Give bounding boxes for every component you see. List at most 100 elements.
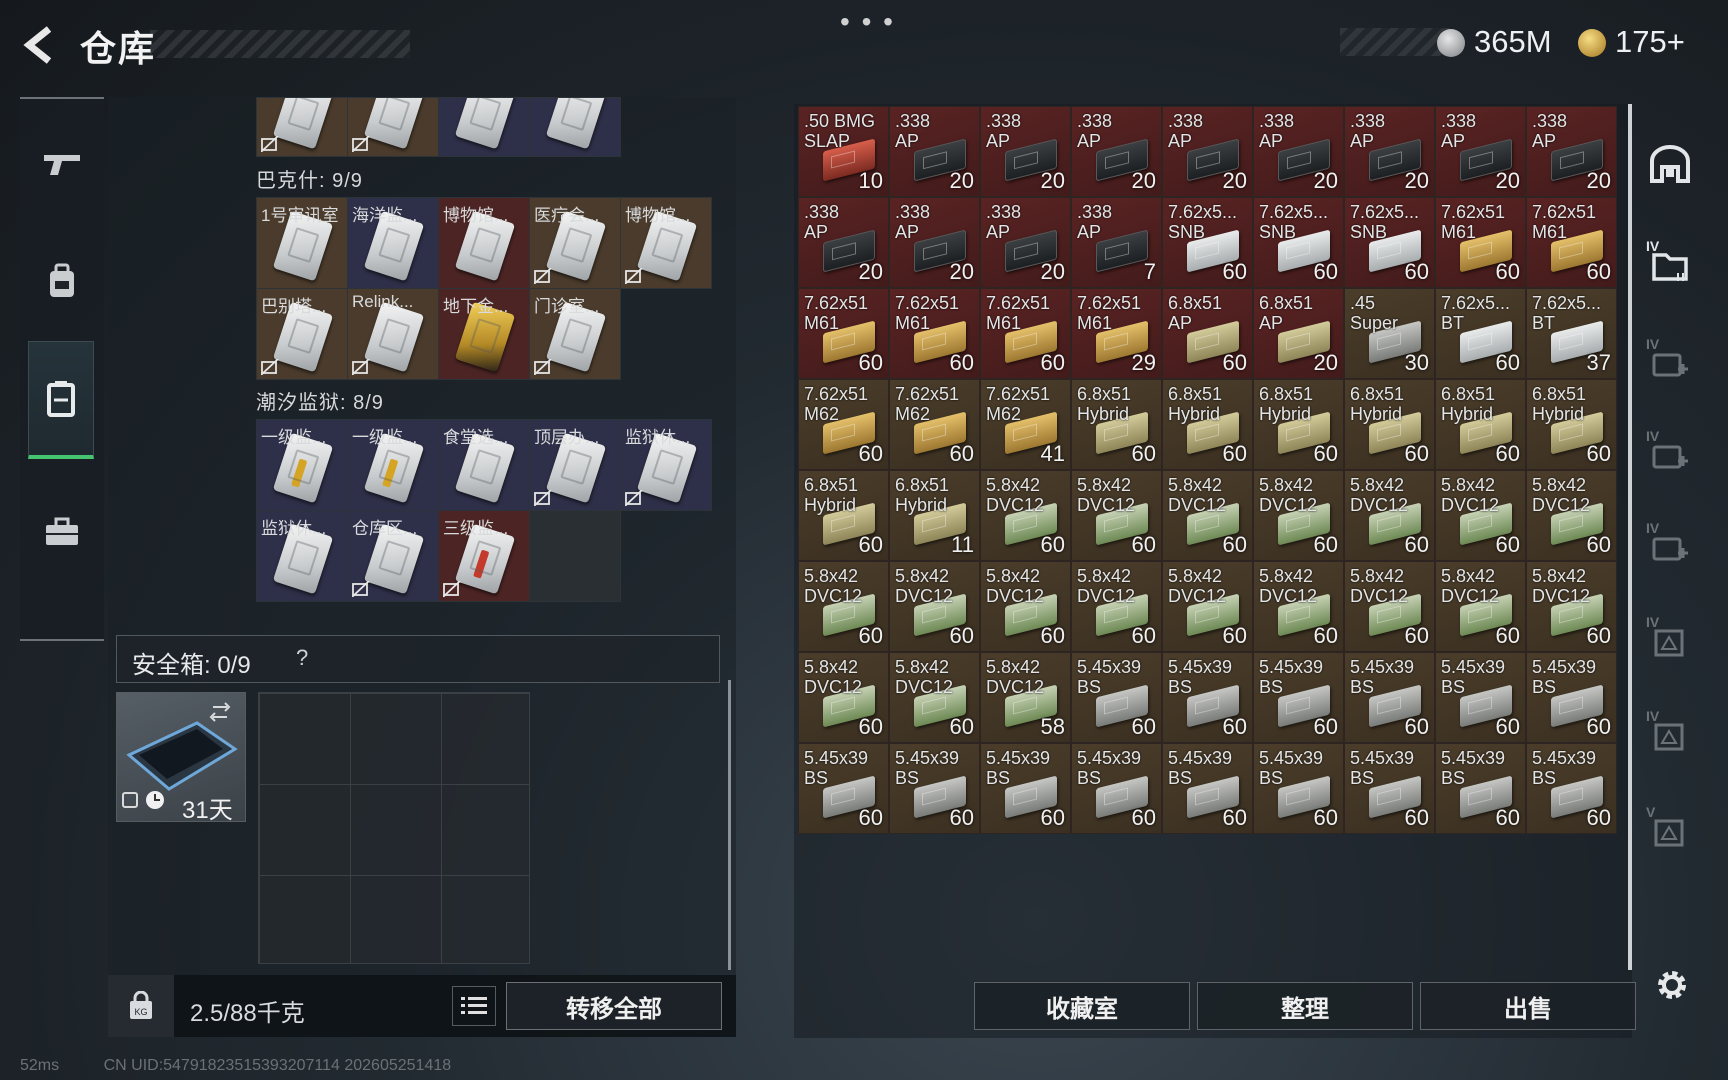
nav-backpack[interactable]: [20, 223, 104, 341]
ammo-slot[interactable]: .338 AP 20: [1162, 106, 1253, 197]
ammo-slot[interactable]: 6.8x51 Hybrid 60: [1526, 379, 1617, 470]
ammo-slot[interactable]: 6.8x51 Hybrid 60: [1253, 379, 1344, 470]
ammo-slot[interactable]: 5.45x39 BS 60: [980, 743, 1071, 834]
ammo-slot[interactable]: .338 AP 20: [1435, 106, 1526, 197]
ammo-slot[interactable]: 7.62x51 M61 60: [889, 288, 980, 379]
keycard-slot[interactable]: 门诊室...: [529, 288, 621, 380]
ammo-slot[interactable]: .338 AP 7: [1071, 197, 1162, 288]
ammo-slot[interactable]: 6.8x51 Hybrid 11: [889, 470, 980, 561]
ammo-slot[interactable]: 7.62x5... BT 60: [1435, 288, 1526, 379]
ammo-slot[interactable]: .338 AP 20: [889, 197, 980, 288]
ammo-slot[interactable]: 5.45x39 BS 60: [1162, 743, 1253, 834]
keycard-slot[interactable]: 巴别塔...: [256, 288, 348, 380]
ammo-slot[interactable]: 5.45x39 BS 60: [1071, 652, 1162, 743]
ammo-slot[interactable]: 5.8x42 DVC12 60: [1162, 470, 1253, 561]
ammo-slot[interactable]: 7.62x51 M62 41: [980, 379, 1071, 470]
ammo-slot[interactable]: 5.45x39 BS 60: [889, 743, 980, 834]
ammo-slot[interactable]: 7.62x51 M61 29: [1071, 288, 1162, 379]
ammo-slot[interactable]: .338 AP 20: [1253, 106, 1344, 197]
ammo-slot[interactable]: 5.8x42 DVC12 60: [1071, 470, 1162, 561]
ammo-slot[interactable]: 7.62x5... SNB 60: [1344, 197, 1435, 288]
ammo-slot[interactable]: 6.8x51 AP 60: [1162, 288, 1253, 379]
keycard-slot[interactable]: 监狱休...: [620, 419, 712, 511]
ammo-slot[interactable]: 5.45x39 BS 60: [798, 743, 889, 834]
ammo-slot[interactable]: .338 AP 20: [1526, 106, 1617, 197]
ammo-slot[interactable]: 5.8x42 DVC12 60: [980, 470, 1071, 561]
ammo-slot[interactable]: .338 AP 20: [980, 197, 1071, 288]
storage-scrollbar[interactable]: [1628, 104, 1632, 970]
ammo-slot[interactable]: 5.45x39 BS 60: [1435, 743, 1526, 834]
keycard-slot[interactable]: 1号审讯室: [256, 197, 348, 289]
ammo-slot[interactable]: 5.8x42 DVC12 60: [1253, 561, 1344, 652]
ammo-slot[interactable]: 7.62x51 M62 60: [798, 379, 889, 470]
ammo-slot[interactable]: .338 AP 20: [1071, 106, 1162, 197]
ammo-slot[interactable]: 5.45x39 BS 60: [1071, 743, 1162, 834]
nav-weapons[interactable]: [20, 105, 104, 223]
ammo-slot[interactable]: 6.8x51 AP 20: [1253, 288, 1344, 379]
settings-button[interactable]: [1650, 963, 1694, 1007]
keycard-slot[interactable]: 监狱休...: [256, 510, 348, 602]
collection-room-button[interactable]: 收藏室: [974, 982, 1190, 1030]
keycard-slot[interactable]: 食堂选...: [438, 419, 530, 511]
ammo-slot[interactable]: 6.8x51 Hybrid 60: [1162, 379, 1253, 470]
ammo-slot[interactable]: 7.62x51 M61 60: [1526, 197, 1617, 288]
keycard-slot[interactable]: 博物馆...: [620, 197, 712, 289]
keycard-slot[interactable]: [256, 97, 348, 157]
storage-tab-4[interactable]: IV: [1642, 424, 1698, 484]
storage-tab-8[interactable]: V: [1642, 800, 1698, 860]
ammo-slot[interactable]: 7.62x51 M61 60: [980, 288, 1071, 379]
transfer-all-button[interactable]: 转移全部: [506, 982, 722, 1030]
storage-tab-2[interactable]: IV: [1642, 234, 1698, 294]
ammo-slot[interactable]: 5.8x42 DVC12 60: [1526, 470, 1617, 561]
ammo-slot[interactable]: .338 AP 20: [980, 106, 1071, 197]
ammo-slot[interactable]: 7.62x51 M61 60: [1435, 197, 1526, 288]
ammo-slot[interactable]: 5.45x39 BS 60: [1162, 652, 1253, 743]
ammo-slot[interactable]: 5.8x42 DVC12 60: [889, 561, 980, 652]
ammo-slot[interactable]: 5.45x39 BS 60: [1253, 652, 1344, 743]
ammo-slot[interactable]: 5.8x42 DVC12 58: [980, 652, 1071, 743]
keycard-slot[interactable]: 一级监...: [256, 419, 348, 511]
keycard-slot[interactable]: 仓库区...: [347, 510, 439, 602]
ammo-slot[interactable]: 5.45x39 BS 60: [1253, 743, 1344, 834]
empty-slot[interactable]: [529, 510, 621, 602]
storage-tab-7[interactable]: IV: [1642, 704, 1698, 764]
storage-tab-6[interactable]: IV: [1642, 610, 1698, 670]
keycard-slot[interactable]: 医疗会...: [529, 197, 621, 289]
ammo-slot[interactable]: 5.45x39 BS 60: [1344, 652, 1435, 743]
ammo-slot[interactable]: 5.8x42 DVC12 60: [1162, 561, 1253, 652]
sell-button[interactable]: 出售: [1420, 982, 1636, 1030]
ammo-slot[interactable]: 5.8x42 DVC12 60: [1435, 561, 1526, 652]
ammo-slot[interactable]: 5.45x39 BS 60: [1344, 743, 1435, 834]
keycard-slot[interactable]: [438, 97, 530, 157]
ammo-slot[interactable]: 5.8x42 DVC12 60: [1435, 470, 1526, 561]
nav-equipment[interactable]: [20, 473, 104, 591]
back-button[interactable]: [18, 22, 58, 68]
ammo-slot[interactable]: 6.8x51 Hybrid 60: [1344, 379, 1435, 470]
more-menu-button[interactable]: • • •: [840, 6, 895, 38]
ammo-slot[interactable]: .338 AP 20: [798, 197, 889, 288]
keycard-slot[interactable]: 博物馆...: [438, 197, 530, 289]
safebox-slots[interactable]: [258, 692, 530, 964]
list-view-button[interactable]: [452, 986, 496, 1026]
storage-tab-5[interactable]: IV: [1642, 516, 1698, 576]
ammo-slot[interactable]: 7.62x51 M62 60: [889, 379, 980, 470]
ammo-slot[interactable]: 7.62x5... BT 37: [1526, 288, 1617, 379]
ammo-slot[interactable]: .45 Super 30: [1344, 288, 1435, 379]
ammo-slot[interactable]: .338 AP 20: [1344, 106, 1435, 197]
weight-lock-button[interactable]: KG: [108, 975, 174, 1037]
ammo-slot[interactable]: .50 BMG SLAP 10: [798, 106, 889, 197]
help-icon[interactable]: ?: [296, 645, 308, 671]
keycard-slot[interactable]: 一级监...: [347, 419, 439, 511]
keycard-slot[interactable]: 海洋监...: [347, 197, 439, 289]
ammo-slot[interactable]: 6.8x51 Hybrid 60: [1071, 379, 1162, 470]
keycard-slot[interactable]: [529, 97, 621, 157]
ammo-slot[interactable]: 5.8x42 DVC12 60: [1071, 561, 1162, 652]
ammo-slot[interactable]: 7.62x5... SNB 60: [1162, 197, 1253, 288]
keycard-slot[interactable]: 顶层办...: [529, 419, 621, 511]
ammo-slot[interactable]: 6.8x51 Hybrid 60: [1435, 379, 1526, 470]
ammo-slot[interactable]: 5.45x39 BS 60: [1526, 652, 1617, 743]
ammo-slot[interactable]: 5.8x42 DVC12 60: [889, 652, 980, 743]
ammo-slot[interactable]: 7.62x5... SNB 60: [1253, 197, 1344, 288]
keycard-slot[interactable]: 三级监...: [438, 510, 530, 602]
ammo-slot[interactable]: 5.8x42 DVC12 60: [798, 652, 889, 743]
